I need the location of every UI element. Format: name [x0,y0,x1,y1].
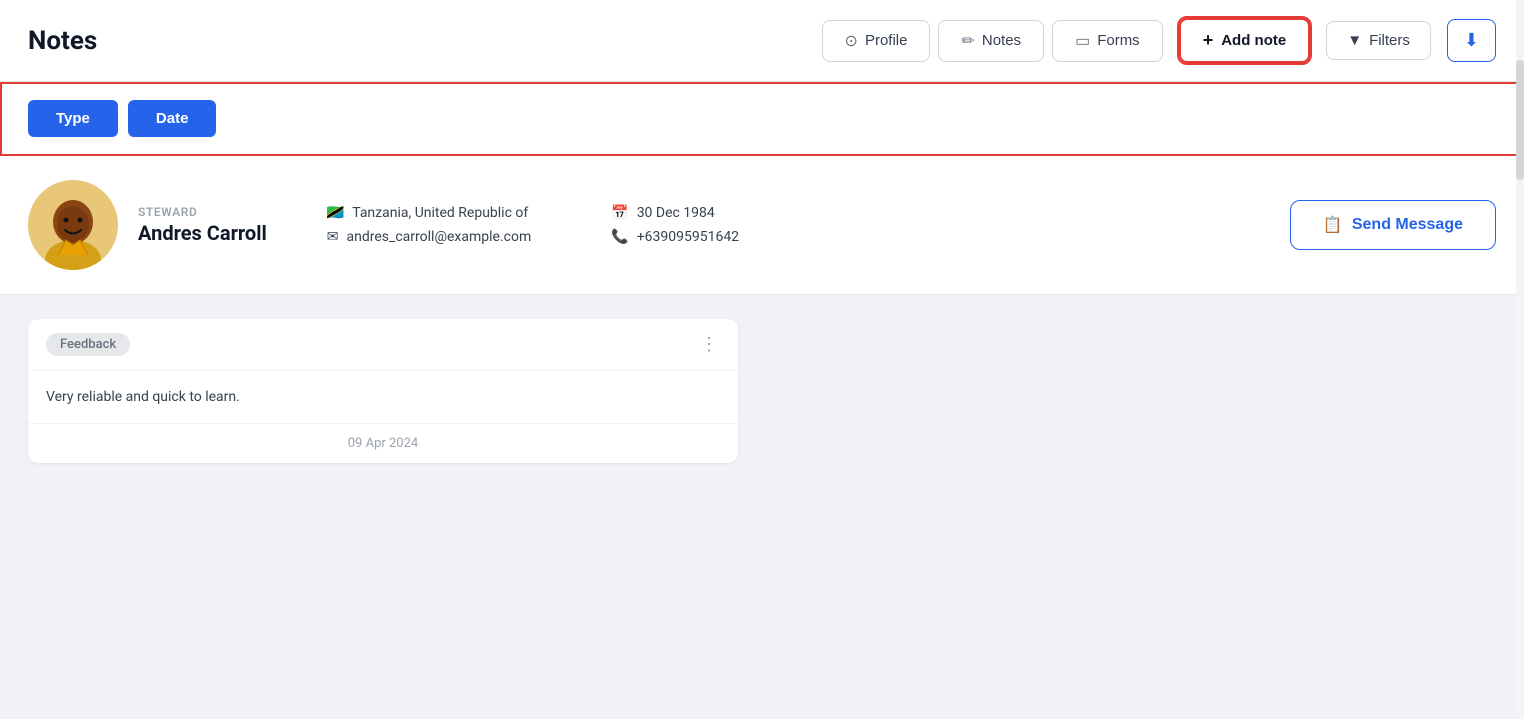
note-footer: 09 Apr 2024 [28,424,738,463]
note-menu-button[interactable]: ⋮ [700,334,720,355]
filter-row: Type Date [0,82,1524,156]
filters-button[interactable]: ▼ Filters [1326,21,1431,60]
tab-forms-label: Forms [1097,32,1140,49]
email-icon: ✉ [327,229,339,245]
phone-detail: 📞 +639095951642 [611,229,739,245]
note-card: Feedback ⋮ Very reliable and quick to le… [28,319,738,463]
send-message-button[interactable]: 📋 Send Message [1290,200,1496,250]
country-detail: 🇹🇿 Tanzania, United Republic of [327,205,531,221]
note-body: Very reliable and quick to learn. [28,371,738,424]
type-filter-button[interactable]: Type [28,100,118,137]
dob-detail: 📅 30 Dec 1984 [611,205,739,221]
flag-icon: 🇹🇿 [327,205,344,221]
note-tag: Feedback [46,333,130,356]
profile-section: STEWARD Andres Carroll 🇹🇿 Tanzania, Unit… [0,156,1524,295]
avatar [28,180,118,270]
note-header: Feedback ⋮ [28,319,738,371]
profile-icon: ⊙ [845,31,858,51]
download-button[interactable]: ⬇ [1447,19,1496,62]
profile-dates: 📅 30 Dec 1984 📞 +639095951642 [611,205,739,245]
calendar-icon: 📅 [611,205,628,221]
scrollbar[interactable] [1516,0,1524,719]
tab-notes-label: Notes [982,32,1021,49]
add-note-button[interactable]: + Add note [1179,18,1311,63]
email-detail: ✉ andres_carroll@example.com [327,229,531,245]
phone-value: +639095951642 [637,229,739,245]
profile-info: STEWARD Andres Carroll [138,205,267,245]
forms-icon: ▭ [1075,31,1090,51]
notes-icon: ✏ [961,31,974,51]
download-icon: ⬇ [1464,30,1479,51]
profile-contact-details: 🇹🇿 Tanzania, United Republic of ✉ andres… [327,205,531,245]
email-value: andres_carroll@example.com [347,229,532,245]
tab-notes[interactable]: ✏ Notes [938,20,1044,62]
country-value: Tanzania, United Republic of [352,205,528,221]
dob-value: 30 Dec 1984 [637,205,715,221]
page-title: Notes [28,26,97,56]
filters-label: Filters [1369,32,1410,49]
notes-section: Feedback ⋮ Very reliable and quick to le… [0,295,1524,719]
nav-tabs: ⊙ Profile ✏ Notes ▭ Forms [822,20,1163,62]
send-icon: 📋 [1323,215,1343,235]
note-date: 09 Apr 2024 [348,436,418,451]
add-note-label: Add note [1221,32,1286,49]
date-filter-label: Date [156,110,189,127]
note-text: Very reliable and quick to learn. [46,389,240,405]
filter-icon: ▼ [1347,32,1362,49]
send-message-label: Send Message [1352,216,1463,234]
phone-icon: 📞 [611,229,628,245]
tab-forms[interactable]: ▭ Forms [1052,20,1163,62]
profile-role: STEWARD [138,205,267,219]
date-filter-button[interactable]: Date [128,100,217,137]
plus-icon: + [1203,30,1214,51]
scrollbar-thumb[interactable] [1516,60,1524,180]
tab-profile-label: Profile [865,32,908,49]
type-filter-label: Type [56,110,90,127]
tab-profile[interactable]: ⊙ Profile [822,20,931,62]
profile-name: Andres Carroll [138,221,267,245]
